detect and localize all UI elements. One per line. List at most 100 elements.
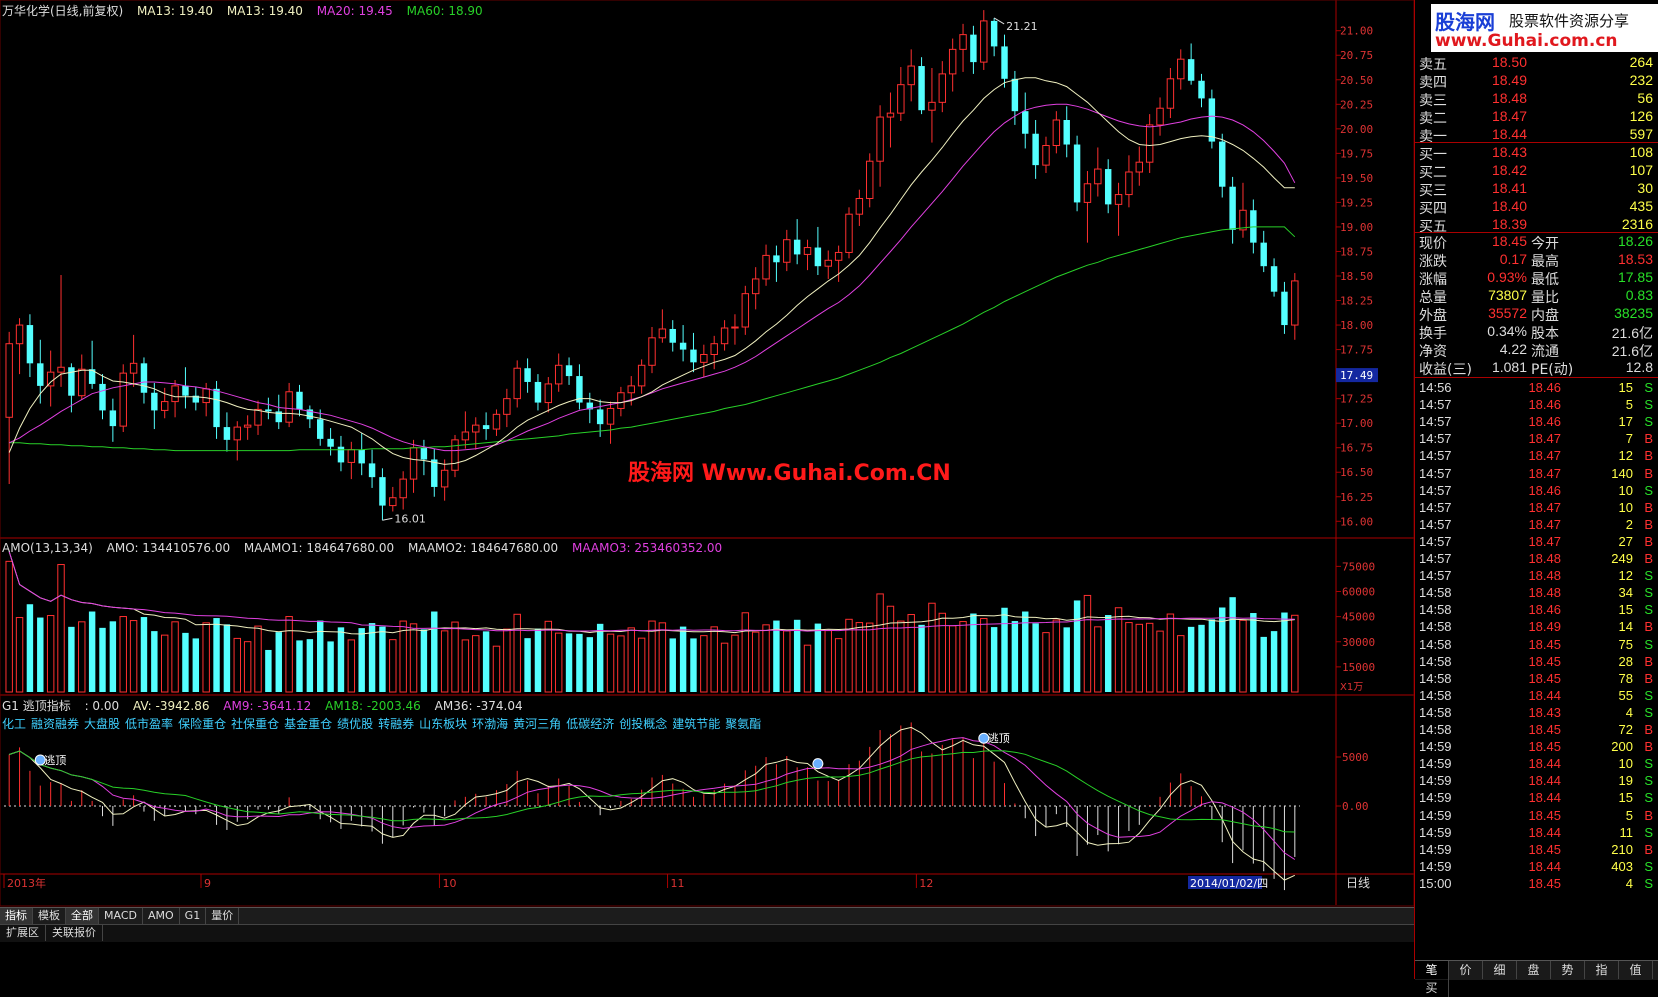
quote-row: 总量 73807 量比 0.83 (1415, 287, 1658, 306)
quote-divider (1415, 377, 1658, 378)
candle-body-up (845, 213, 853, 253)
quote-label: 总量 (1419, 290, 1447, 306)
quote-label: 最高 (1531, 254, 1559, 270)
candle-body-down (431, 459, 438, 487)
ask-volume: 56 (1637, 90, 1653, 106)
indicator-tab[interactable]: 量价 (206, 908, 240, 924)
status-tab[interactable]: 关联报价 (46, 925, 103, 941)
candle-body-up (1114, 194, 1123, 205)
panel-tab[interactable]: 盘 (1517, 961, 1551, 979)
panel-tab[interactable]: 指 (1585, 961, 1619, 979)
g1-value: : 0.00 (84, 699, 120, 713)
candle-body-down (524, 368, 531, 382)
sector-item[interactable]: 建筑节能 (672, 717, 720, 731)
g1-marker-2 (812, 758, 824, 770)
sector-item[interactable]: 大盘股 (84, 717, 120, 731)
candle-body-up (119, 372, 127, 427)
tick-time: 14:58 (1419, 670, 1452, 686)
sector-item[interactable]: 低市盈率 (125, 717, 173, 731)
tick-time: 14:56 (1419, 380, 1452, 395)
candle-body-down (296, 391, 303, 410)
amo-bar-up (617, 635, 625, 693)
indicator-tabs: 指标 模板 全部 MACD AMO G1 量价 (0, 907, 1414, 924)
ask-price: 18.44 (1491, 126, 1527, 142)
candle-body-down (596, 409, 604, 425)
candle-body-up (627, 385, 635, 394)
quote-label: 内盘 (1531, 308, 1559, 324)
candle-body-up (866, 160, 874, 199)
candle-body-up (648, 337, 656, 366)
indicator-tab[interactable]: 指标 (0, 908, 33, 924)
sector-item[interactable]: 融资融券 (31, 717, 79, 731)
sector-item[interactable]: 化工 (2, 717, 26, 731)
amo-bar-up (472, 635, 480, 693)
candle-body-up (959, 34, 967, 50)
ask-volume: 126 (1629, 108, 1653, 124)
quote-value: 35572 (1488, 305, 1527, 321)
indicator-tab[interactable]: MACD (99, 908, 143, 924)
date-label: 10 (442, 877, 456, 890)
tick-time: 14:57 (1419, 397, 1452, 413)
panel-tab[interactable]: 值 (1619, 961, 1653, 979)
panel-tab[interactable]: 细 (1483, 961, 1517, 979)
candle-body-up (980, 20, 988, 63)
candle-body-down (1198, 80, 1205, 99)
panel-tab[interactable]: 价 (1449, 961, 1483, 979)
indicator-tab[interactable]: 全部 (66, 908, 99, 924)
sector-item[interactable]: 基金重仓 (284, 717, 332, 731)
tick-price: 18.44 (1528, 687, 1561, 703)
status-tab[interactable]: 扩展区 (0, 925, 46, 941)
sector-item[interactable]: 创投概念 (619, 717, 667, 731)
amo-bar-down (140, 617, 148, 692)
amo-bar-up (461, 639, 470, 693)
tick-price: 18.46 (1528, 397, 1561, 413)
amo-bar-up (1083, 594, 1092, 693)
amo-bar-down (420, 629, 428, 692)
indicator-tab[interactable]: AMO (143, 908, 180, 924)
amo-bar-down (265, 649, 272, 692)
panel-tab[interactable]: 笔 (1415, 961, 1449, 979)
sector-item[interactable]: 黄河三角 (513, 717, 561, 731)
tick-time: 14:58 (1419, 722, 1452, 737)
bid-label: 买一 (1419, 147, 1447, 163)
sector-item[interactable]: 绩优股 (337, 717, 373, 731)
tick-row: 14:57 18.47 2 B (1415, 517, 1658, 534)
panel-tab[interactable]: 势 (1551, 961, 1585, 979)
sector-item[interactable]: 保险重仓 (178, 717, 226, 731)
quote-label: 现价 (1419, 236, 1447, 252)
sector-item[interactable]: 环渤海 (472, 717, 508, 731)
ask-price: 18.48 (1491, 90, 1527, 106)
amo-bar-up (803, 644, 812, 693)
amo-bar-up (119, 616, 127, 693)
bid-price: 18.43 (1491, 144, 1527, 160)
quote-value: 0.34% (1487, 323, 1527, 339)
tick-price: 18.48 (1528, 568, 1561, 584)
indicator-tab[interactable]: 模板 (33, 908, 66, 924)
logo-url: www.Guhai.com.cn (1435, 31, 1618, 51)
panel-tab[interactable]: 买 (1415, 979, 1449, 997)
watermark-text: 股海网 Www.Guhai.Com.CN (628, 461, 951, 486)
tick-volume: 12 (1618, 568, 1633, 584)
amo-bar-up (254, 625, 262, 693)
sector-item[interactable]: 山东板块 (419, 717, 467, 731)
tick-row: 14:59 18.44 403 S (1415, 859, 1658, 876)
candle-body-down (1219, 141, 1226, 187)
candle-body-down (37, 363, 44, 386)
tick-price: 18.44 (1528, 790, 1561, 806)
amo-bar-up (554, 632, 563, 693)
kline-chart[interactable]: 21.00 20.75 20.50 20.25 20.00 19.75 19.50 19.25… (0, 0, 1414, 979)
sector-item[interactable]: 转融券 (378, 717, 414, 731)
candle-body-up (948, 48, 957, 75)
sector-item[interactable]: 聚氨酯 (725, 717, 761, 731)
candle-body-up (762, 254, 770, 280)
quote-value: 18.26 (1617, 233, 1653, 249)
sector-item[interactable]: 社保重仓 (231, 717, 279, 731)
sector-item[interactable]: 低碳经济 (566, 717, 614, 731)
candle-body-up (1291, 280, 1299, 326)
candle-body-down (970, 34, 977, 63)
candle-body-up (1094, 168, 1102, 185)
candle-body-down (1063, 120, 1070, 145)
indicator-tab[interactable]: G1 (180, 908, 207, 924)
candle-body-down (990, 20, 998, 47)
bid-label: 买三 (1419, 183, 1447, 199)
